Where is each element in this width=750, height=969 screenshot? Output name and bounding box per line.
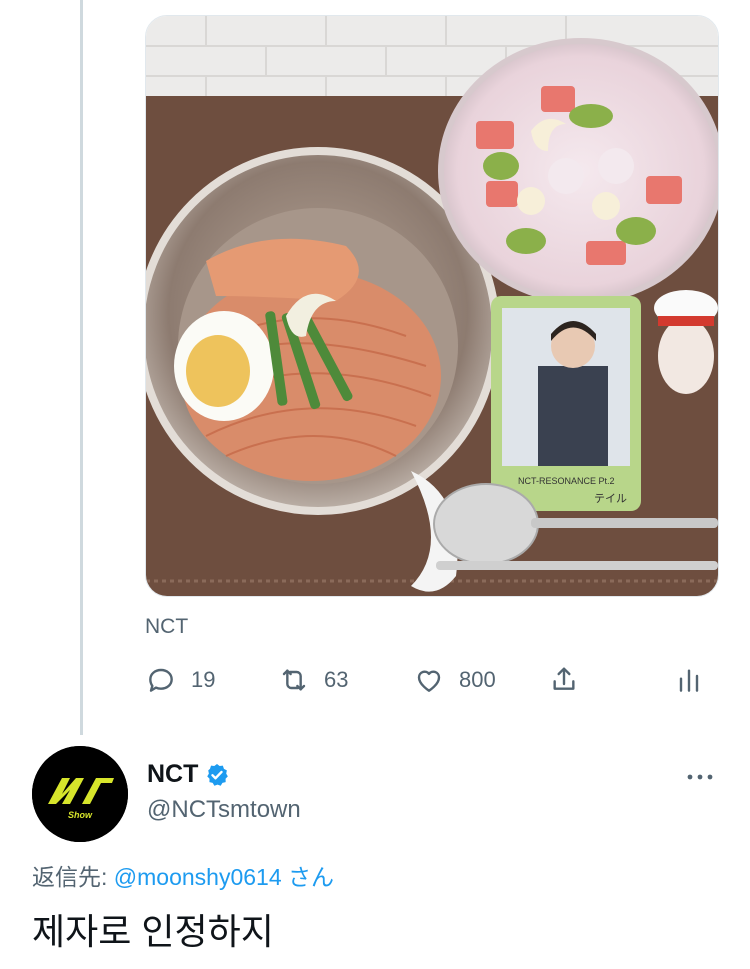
replying-to-line: 返信先: @moonshy0614 さん (32, 858, 334, 892)
avatar-label: Show (68, 810, 93, 820)
tweet-source-label: NCT (145, 615, 189, 638)
like-button[interactable]: 800 (413, 660, 496, 700)
more-options-icon[interactable] (684, 765, 716, 789)
author-name-row: NCT (147, 760, 230, 789)
author-display-name[interactable]: NCT (147, 760, 198, 789)
reply-count: 19 (191, 667, 216, 692)
like-count: 800 (459, 667, 496, 692)
replying-to-prefix: 返信先: (32, 864, 114, 890)
retweet-count: 63 (324, 667, 349, 692)
share-icon (553, 667, 575, 690)
photocard-title: NCT-RESONANCE Pt.2 (518, 476, 615, 486)
tweet-photo[interactable]: NCT-RESONANCE Pt.2 テイル (145, 15, 719, 597)
author-handle[interactable]: @NCTsmtown (147, 796, 301, 824)
tweet-text: 제자로 인정하지 (32, 911, 274, 952)
replying-to-honorific: さん (281, 864, 335, 890)
thread-connector-line (80, 0, 83, 735)
author-avatar[interactable]: Show (32, 746, 128, 842)
heart-icon (417, 670, 441, 692)
reply-button[interactable]: 19 (145, 660, 215, 700)
retweet-icon (282, 669, 306, 691)
replying-to-mention-link[interactable]: @moonshy0614 (114, 864, 282, 890)
bar-chart-icon (679, 669, 699, 692)
reply-icon (149, 668, 173, 692)
retweet-button[interactable]: 63 (278, 660, 348, 700)
photocard-member: テイル (594, 492, 627, 505)
analytics-button[interactable] (673, 660, 705, 700)
verified-badge-icon (207, 763, 229, 786)
share-button[interactable] (548, 660, 580, 700)
tweet-action-bar: 19 63 800 (145, 660, 717, 700)
